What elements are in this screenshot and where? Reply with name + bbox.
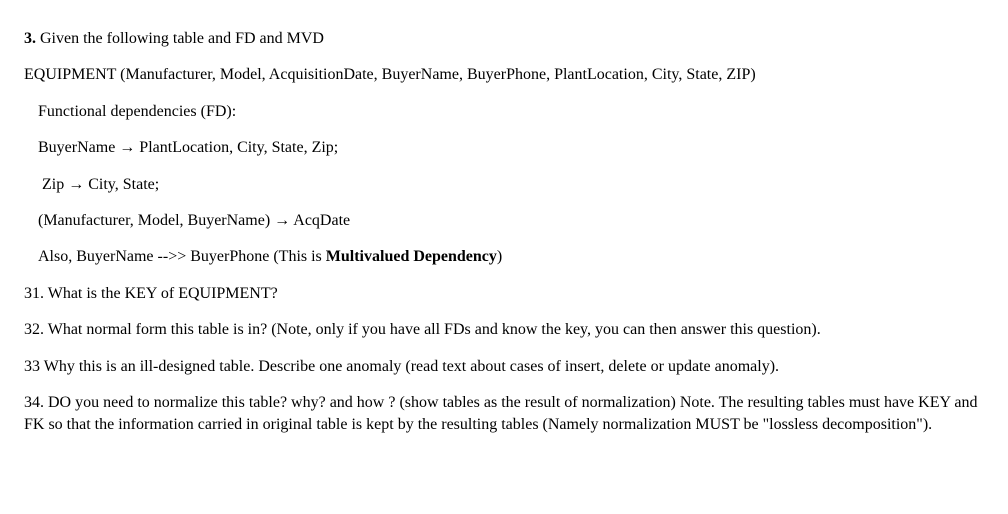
question-31: 31. What is the KEY of EQUIPMENT? <box>24 283 984 305</box>
mvd-line: Also, BuyerName -->> BuyerPhone (This is… <box>24 246 984 268</box>
mvd-suffix: ) <box>497 248 502 265</box>
mvd-prefix: Also, BuyerName -->> BuyerPhone (This is <box>38 248 326 265</box>
q3-text: Given the following table and FD and MVD <box>36 30 324 47</box>
question-33: 33 Why this is an ill-designed table. De… <box>24 356 984 378</box>
schema-line: EQUIPMENT (Manufacturer, Model, Acquisit… <box>24 64 984 86</box>
fd-3: (Manufacturer, Model, BuyerName) → AcqDa… <box>24 210 984 232</box>
question-32: 32. What normal form this table is in? (… <box>24 319 984 341</box>
fd-header: Functional dependencies (FD): <box>24 101 984 123</box>
q3-number: 3. <box>24 30 36 47</box>
question-34: 34. DO you need to normalize this table?… <box>24 392 984 437</box>
fd-2: Zip → City, State; <box>24 174 984 196</box>
fd-1: BuyerName → PlantLocation, City, State, … <box>24 137 984 159</box>
mvd-bold: Multivalued Dependency <box>326 248 497 265</box>
question-3-header: 3. Given the following table and FD and … <box>24 28 984 50</box>
